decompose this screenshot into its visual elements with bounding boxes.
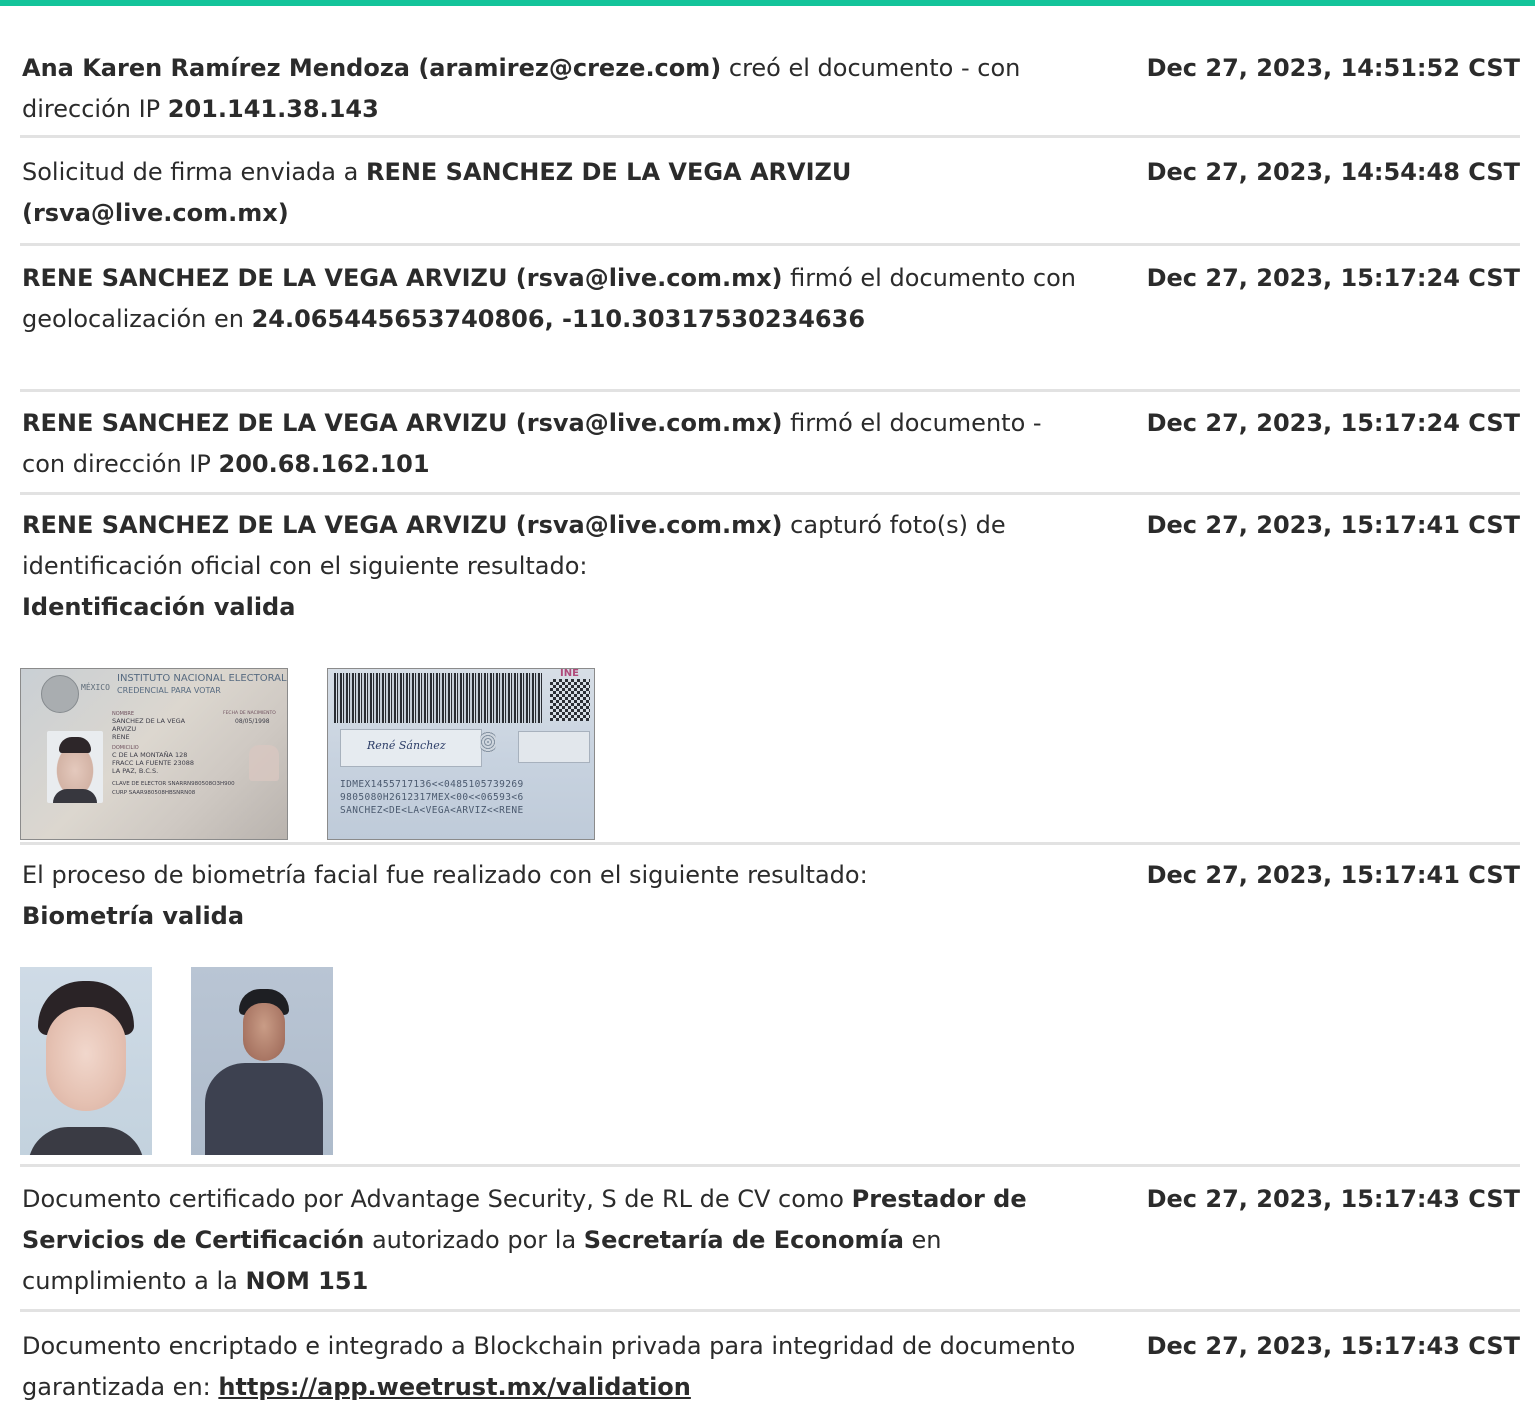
signature-box-2 xyxy=(518,731,590,763)
id-result: Identificación valida xyxy=(22,593,296,621)
ip-address: 201.141.38.143 xyxy=(167,95,379,123)
entry-description: RENE SANCHEZ DE LA VEGA ARVIZU (rsva@liv… xyxy=(20,258,1082,340)
id-curp: CURP SAAR980508HBSNRN08 xyxy=(112,790,196,796)
entry-description: Documento certificado por Advantage Secu… xyxy=(20,1179,1082,1302)
mrz-line: SANCHEZ<DE<LA<VEGA<ARVIZ<<RENE xyxy=(340,805,524,816)
audit-log: Ana Karen Ramírez Mendoza (aramirez@crez… xyxy=(20,6,1520,1408)
entry-timestamp: Dec 27, 2023, 14:54:48 CST xyxy=(1146,158,1520,186)
actor-name: RENE SANCHEZ DE LA VEGA ARVIZU (rsva@liv… xyxy=(22,409,783,437)
entry-timestamp: Dec 27, 2023, 15:17:43 CST xyxy=(1146,1185,1520,1213)
entry-description: El proceso de biometría facial fue reali… xyxy=(20,855,1082,937)
id-address-line: C DE LA MONTAÑA 128 xyxy=(112,751,188,759)
geolocation: 24.065445653740806, -110.30317530234636 xyxy=(251,305,866,333)
face-skin xyxy=(46,1007,126,1111)
signature-box: René Sánchez xyxy=(340,729,482,767)
entry-timestamp: Dec 27, 2023, 15:17:24 CST xyxy=(1146,264,1520,292)
id-birth-label: FECHA DE NACIMIENTO xyxy=(223,711,276,716)
signature-text: René Sánchez xyxy=(367,739,446,752)
log-entry-signed-ip: RENE SANCHEZ DE LA VEGA ARVIZU (rsva@liv… xyxy=(20,392,1520,495)
entry-timestamp: Dec 27, 2023, 15:17:41 CST xyxy=(1146,861,1520,889)
entry-description: Documento encriptado e integrado a Block… xyxy=(20,1326,1082,1408)
entry-description: RENE SANCHEZ DE LA VEGA ARVIZU (rsva@liv… xyxy=(20,403,1082,485)
id-front-photo: MÉXICO INSTITUTO NACIONAL ELECTORAL CRED… xyxy=(20,668,288,840)
id-clave: CLAVE DE ELECTOR SNARRN980508O3H900 xyxy=(112,781,235,787)
face-photo-id xyxy=(20,967,152,1155)
id-header-1: INSTITUTO NACIONAL ELECTORAL xyxy=(117,673,287,684)
log-entry-blockchain: Documento encriptado e integrado a Block… xyxy=(20,1312,1520,1408)
entry-text: Solicitud de firma enviada a xyxy=(22,158,366,186)
entry-text: autorizado por la xyxy=(364,1226,584,1254)
ine-brand: INE xyxy=(560,668,579,679)
entry-timestamp: Dec 27, 2023, 14:51:52 CST xyxy=(1146,54,1520,82)
fingerprint-icon xyxy=(480,731,496,753)
mrz-line: 9805080H2612317MEX<00<<06593<6 xyxy=(340,792,524,803)
entry-description: Solicitud de firma enviada a RENE SANCHE… xyxy=(20,152,1082,234)
selfie-face xyxy=(243,1003,285,1061)
face-photo-selfie xyxy=(191,967,333,1155)
id-name-line: RENE xyxy=(112,733,130,741)
entry-timestamp: Dec 27, 2023, 15:17:41 CST xyxy=(1146,511,1520,539)
id-portrait-hair xyxy=(59,737,91,753)
id-address-line: LA PAZ, B.C.S. xyxy=(112,767,159,775)
entry-description: Ana Karen Ramírez Mendoza (aramirez@crez… xyxy=(20,48,1082,130)
id-ghost-portrait xyxy=(249,745,279,781)
id-name-line: ARVIZU xyxy=(112,725,137,733)
log-entry-signature-request: Solicitud de firma enviada a RENE SANCHE… xyxy=(20,138,1520,246)
validation-link[interactable]: https://app.weetrust.mx/validation xyxy=(218,1373,691,1401)
log-entry-id-capture: RENE SANCHEZ DE LA VEGA ARVIZU (rsva@liv… xyxy=(20,495,1520,845)
biometry-result: Biometría valida xyxy=(22,902,245,930)
id-back-photo: INE René Sánchez IDMEX1455717136<<048510… xyxy=(327,668,595,840)
actor-name: RENE SANCHEZ DE LA VEGA ARVIZU (rsva@liv… xyxy=(22,511,783,539)
id-birth-date: 08/05/1998 xyxy=(235,718,270,725)
id-address-line: FRACC LA FUENTE 23088 xyxy=(112,759,195,767)
entry-text: El proceso de biometría facial fue reali… xyxy=(22,861,868,889)
log-entry-certified: Documento certificado por Advantage Secu… xyxy=(20,1167,1520,1312)
norm-name: NOM 151 xyxy=(245,1267,369,1295)
id-header-2: CREDENCIAL PARA VOTAR xyxy=(117,686,221,695)
mrz-line: IDMEX1455717136<<0485105739269 xyxy=(340,779,524,790)
log-entry-signed-geolocation: RENE SANCHEZ DE LA VEGA ARVIZU (rsva@liv… xyxy=(20,246,1520,392)
entry-timestamp: Dec 27, 2023, 15:17:43 CST xyxy=(1146,1332,1520,1360)
entry-description: RENE SANCHEZ DE LA VEGA ARVIZU (rsva@liv… xyxy=(20,505,1082,628)
qr-code-icon xyxy=(550,679,590,721)
id-portrait xyxy=(47,731,103,803)
ip-address: 200.68.162.101 xyxy=(218,450,430,478)
id-portrait-shirt xyxy=(53,789,97,803)
id-name-line: SANCHEZ DE LA VEGA xyxy=(112,717,186,725)
log-entry-created: Ana Karen Ramírez Mendoza (aramirez@crez… xyxy=(20,6,1520,138)
barcode-pdf417 xyxy=(334,673,542,723)
entry-text: Documento certificado por Advantage Secu… xyxy=(22,1185,852,1213)
face-shirt xyxy=(28,1127,144,1155)
actor-name: Ana Karen Ramírez Mendoza (aramirez@crez… xyxy=(22,54,722,82)
authority-name: Secretaría de Economía xyxy=(583,1226,904,1254)
id-country: MÉXICO xyxy=(81,683,110,692)
entry-timestamp: Dec 27, 2023, 15:17:24 CST xyxy=(1146,409,1520,437)
selfie-shirt xyxy=(205,1063,323,1155)
actor-name: RENE SANCHEZ DE LA VEGA ARVIZU (rsva@liv… xyxy=(22,264,783,292)
log-entry-biometry: El proceso de biometría facial fue reali… xyxy=(20,845,1520,1167)
mexico-seal-icon xyxy=(41,675,79,713)
